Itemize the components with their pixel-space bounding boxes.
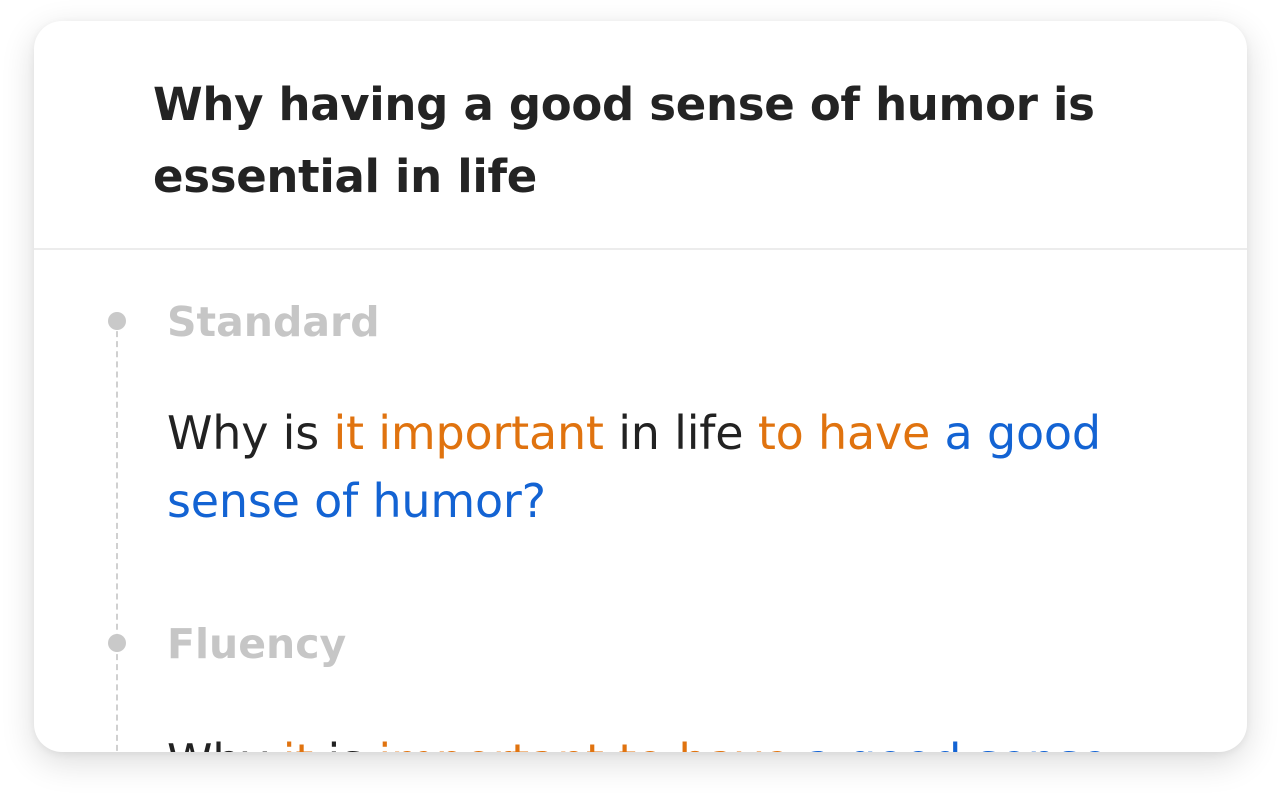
card-title: Why having a good sense of humor is esse… bbox=[153, 78, 1095, 203]
segment-orange[interactable]: to have bbox=[758, 406, 930, 460]
timeline-line bbox=[116, 321, 118, 752]
paraphrase-card: Why having a good sense of humor is esse… bbox=[34, 21, 1247, 752]
segment-plain: Why is bbox=[167, 406, 334, 460]
section-label-standard: Standard bbox=[167, 298, 380, 346]
segment-plain: is bbox=[313, 734, 378, 752]
segment-plain: Why bbox=[167, 734, 283, 752]
section-label-fluency: Fluency bbox=[167, 620, 347, 668]
segment-blue[interactable]: a good sense bbox=[790, 734, 1109, 752]
segment-orange[interactable]: it bbox=[283, 734, 314, 752]
timeline-dot-standard bbox=[108, 312, 126, 330]
segment-orange[interactable]: important to have bbox=[378, 734, 790, 752]
card-header: Why having a good sense of humor is esse… bbox=[34, 21, 1247, 250]
segment-plain: in life bbox=[603, 406, 758, 460]
sentence-standard[interactable]: Why is it important in life to have a go… bbox=[167, 399, 1147, 535]
timeline-dot-fluency bbox=[108, 634, 126, 652]
segment-orange[interactable]: it important bbox=[333, 406, 604, 460]
sentence-fluency[interactable]: Why it is important to have a good sense bbox=[167, 727, 1147, 752]
